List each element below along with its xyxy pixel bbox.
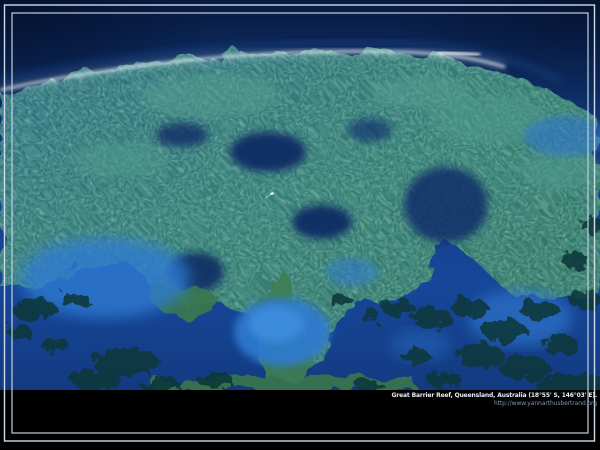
reef-photo bbox=[0, 0, 600, 450]
wallpaper: Great Barrier Reef, Queensland, Australi… bbox=[0, 0, 600, 450]
